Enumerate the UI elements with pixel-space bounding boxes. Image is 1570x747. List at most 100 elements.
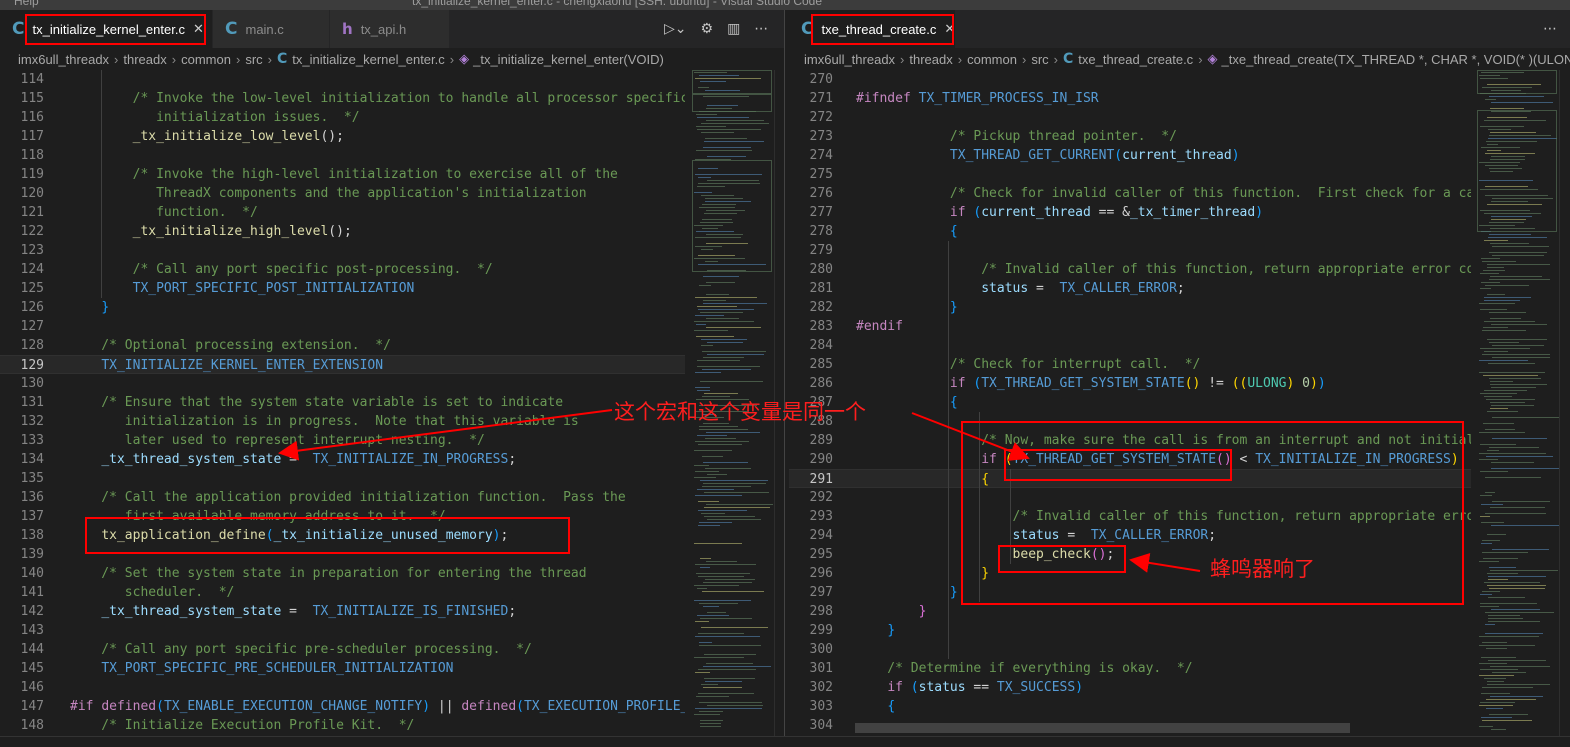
code-line[interactable]: 126 } (0, 298, 685, 317)
code-line[interactable]: 125 TX_PORT_SPECIFIC_POST_INITIALIZATION (0, 279, 685, 298)
code-line[interactable]: 278 { (789, 222, 1471, 241)
breadcrumb-item[interactable]: imx6ull_threadx (804, 52, 895, 67)
code-line[interactable]: 277 if (current_thread == &_tx_timer_thr… (789, 203, 1471, 222)
code-line[interactable]: 303 { (789, 697, 1471, 716)
right-minimap[interactable] (1475, 70, 1559, 746)
code-line[interactable]: 144 /* Call any port specific pre-schedu… (0, 640, 685, 659)
code-line[interactable]: 140 /* Set the system state in preparati… (0, 564, 685, 583)
code-line[interactable]: 300 (789, 640, 1471, 659)
code-line[interactable]: 133 later used to represent interrupt ne… (0, 431, 685, 450)
code-line[interactable]: 284 (789, 336, 1471, 355)
breadcrumb-item[interactable]: txe_thread_create.c (1078, 52, 1193, 67)
run-icon[interactable]: ▷⌄ (664, 21, 687, 37)
code-line[interactable]: 114 (0, 70, 685, 89)
code-line[interactable]: 118 (0, 146, 685, 165)
breadcrumb-item[interactable]: imx6ull_threadx (18, 52, 109, 67)
tab-main-c[interactable]: C main.c (213, 10, 330, 48)
code-line[interactable]: 283 #endif (789, 317, 1471, 336)
code-line[interactable]: 275 (789, 165, 1471, 184)
left-code-editor[interactable]: 114 115 /* Invoke the low-level initializ… (0, 70, 685, 746)
minimap-line (696, 324, 706, 325)
code-token: TX_TIMER_PROCESS_IN_ISR (918, 91, 1099, 106)
breadcrumb-item[interactable]: src (245, 52, 262, 67)
code-line[interactable]: 286 if (TX_THREAD_GET_SYSTEM_STATE() != … (789, 374, 1471, 393)
code-line[interactable]: 134 _tx_thread_system_state = TX_INITIAL… (0, 450, 685, 469)
code-line[interactable]: 279 (789, 241, 1471, 260)
code-line[interactable]: 302 if (status == TX_SUCCESS) (789, 678, 1471, 697)
code-line[interactable]: 122 _tx_initialize_high_level(); (0, 222, 685, 241)
code-line[interactable]: 274 TX_THREAD_GET_CURRENT(current_thread… (789, 146, 1471, 165)
code-line[interactable]: 280 /* Invalid caller of this function, … (789, 260, 1471, 279)
code-line[interactable]: 148 /* Initialize Execution Profile Kit.… (0, 716, 685, 735)
right-horizontal-scrollbar[interactable] (855, 723, 1350, 733)
code-line[interactable]: 129 TX_INITIALIZE_KERNEL_ENTER_EXTENSION (0, 355, 685, 374)
code-line[interactable]: 147 #if defined(TX_ENABLE_EXECUTION_CHANG… (0, 697, 685, 716)
code-line[interactable]: 285 /* Check for interrupt call. */ (789, 355, 1471, 374)
tab-tx-api-h[interactable]: h tx_api.h (330, 10, 450, 48)
code-line[interactable]: 119 /* Invoke the high-level initializat… (0, 165, 685, 184)
code-line[interactable]: 136 /* Call the application provided ini… (0, 488, 685, 507)
code-line[interactable]: 281 status = TX_CALLER_ERROR; (789, 279, 1471, 298)
minimap-line (701, 627, 768, 628)
code-line[interactable]: 121 function. */ (0, 203, 685, 222)
code-token: ; (508, 452, 517, 467)
code-line[interactable]: 115 /* Invoke the low-level initializati… (0, 89, 685, 108)
more-icon[interactable]: ⋯ (754, 21, 768, 37)
code-line[interactable]: 299 } (789, 621, 1471, 640)
code-line[interactable]: 131 /* Ensure that the system state vari… (0, 393, 685, 412)
title-bar: Help tx_initialize_kernel_enter.c - chen… (0, 0, 1570, 10)
breadcrumb-item[interactable]: threadx (123, 52, 166, 67)
code-line[interactable]: 282 } (789, 298, 1471, 317)
code-line[interactable]: 130 (0, 374, 685, 393)
right-editor-group: C txe_thread_create.c ✕ ⋯ imx6ull_thread… (789, 10, 1570, 746)
code-line[interactable]: 132 initialization is in progress. Note … (0, 412, 685, 431)
breadcrumb-item[interactable]: src (1031, 52, 1048, 67)
code-line[interactable]: 146 (0, 678, 685, 697)
code-line[interactable]: 276 /* Check for invalid caller of this … (789, 184, 1471, 203)
breadcrumb-item[interactable]: threadx (909, 52, 952, 67)
code-line[interactable]: 287 { (789, 393, 1471, 412)
line-number: 146 (20, 680, 44, 695)
code-line[interactable]: 270 (789, 70, 1471, 89)
code-line[interactable]: 301 /* Determine if everything is okay. … (789, 659, 1471, 678)
code-line[interactable]: 271 #ifndef TX_TIMER_PROCESS_IN_ISR (789, 89, 1471, 108)
code-line[interactable]: 117 _tx_initialize_low_level(); (0, 127, 685, 146)
breadcrumb-item[interactable]: common (181, 52, 231, 67)
code-line[interactable]: 124 /* Call any port specific post-proce… (0, 260, 685, 279)
minimap-line (695, 636, 760, 637)
minimap-line (695, 315, 724, 316)
line-number: 276 (809, 186, 833, 201)
right-vertical-scrollbar[interactable] (1559, 70, 1570, 746)
minimap-line (1489, 234, 1531, 235)
breadcrumb-item[interactable]: _tx_initialize_kernel_enter(VOID) (473, 52, 664, 67)
minimap-line (1479, 372, 1545, 373)
code-line[interactable]: 120 ThreadX components and the applicati… (0, 184, 685, 203)
code-token: /* Optional processing extension. */ (70, 338, 391, 353)
line-number: 140 (20, 566, 44, 581)
code-line[interactable]: 272 (789, 108, 1471, 127)
minimap-line (697, 360, 740, 361)
code-line[interactable]: 116 initialization issues. */ (0, 108, 685, 127)
code-line[interactable]: 128 /* Optional processing extension. */ (0, 336, 685, 355)
right-code-editor[interactable]: 270 271 #ifndef TX_TIMER_PROCESS_IN_ISR 272… (789, 70, 1471, 746)
code-line[interactable]: 141 scheduler. */ (0, 583, 685, 602)
minimap-line (1481, 657, 1516, 658)
code-line[interactable]: 127 (0, 317, 685, 336)
breadcrumb-item[interactable]: tx_initialize_kernel_enter.c (292, 52, 444, 67)
code-line[interactable]: 143 (0, 621, 685, 640)
code-token: = (281, 452, 313, 467)
breadcrumb-item[interactable]: _txe_thread_create(TX_THREAD *, CHAR *, … (1222, 52, 1570, 67)
breadcrumb-item[interactable]: common (967, 52, 1017, 67)
code-line[interactable]: 123 (0, 241, 685, 260)
code-line[interactable]: 135 (0, 469, 685, 488)
code-line[interactable]: 273 /* Pickup thread pointer. */ (789, 127, 1471, 146)
code-line[interactable]: 145 TX_PORT_SPECIFIC_PRE_SCHEDULER_INITI… (0, 659, 685, 678)
split-editor-icon[interactable]: ▥ (727, 21, 740, 37)
menu-help[interactable]: Help (14, 0, 39, 8)
code-line[interactable]: 142 _tx_thread_system_state = TX_INITIAL… (0, 602, 685, 621)
minimap-line (695, 387, 710, 388)
minimap-line (1484, 396, 1512, 397)
line-number: 279 (809, 243, 833, 258)
gear-icon[interactable]: ⚙ (701, 21, 714, 37)
more-icon[interactable]: ⋯ (1543, 21, 1557, 37)
